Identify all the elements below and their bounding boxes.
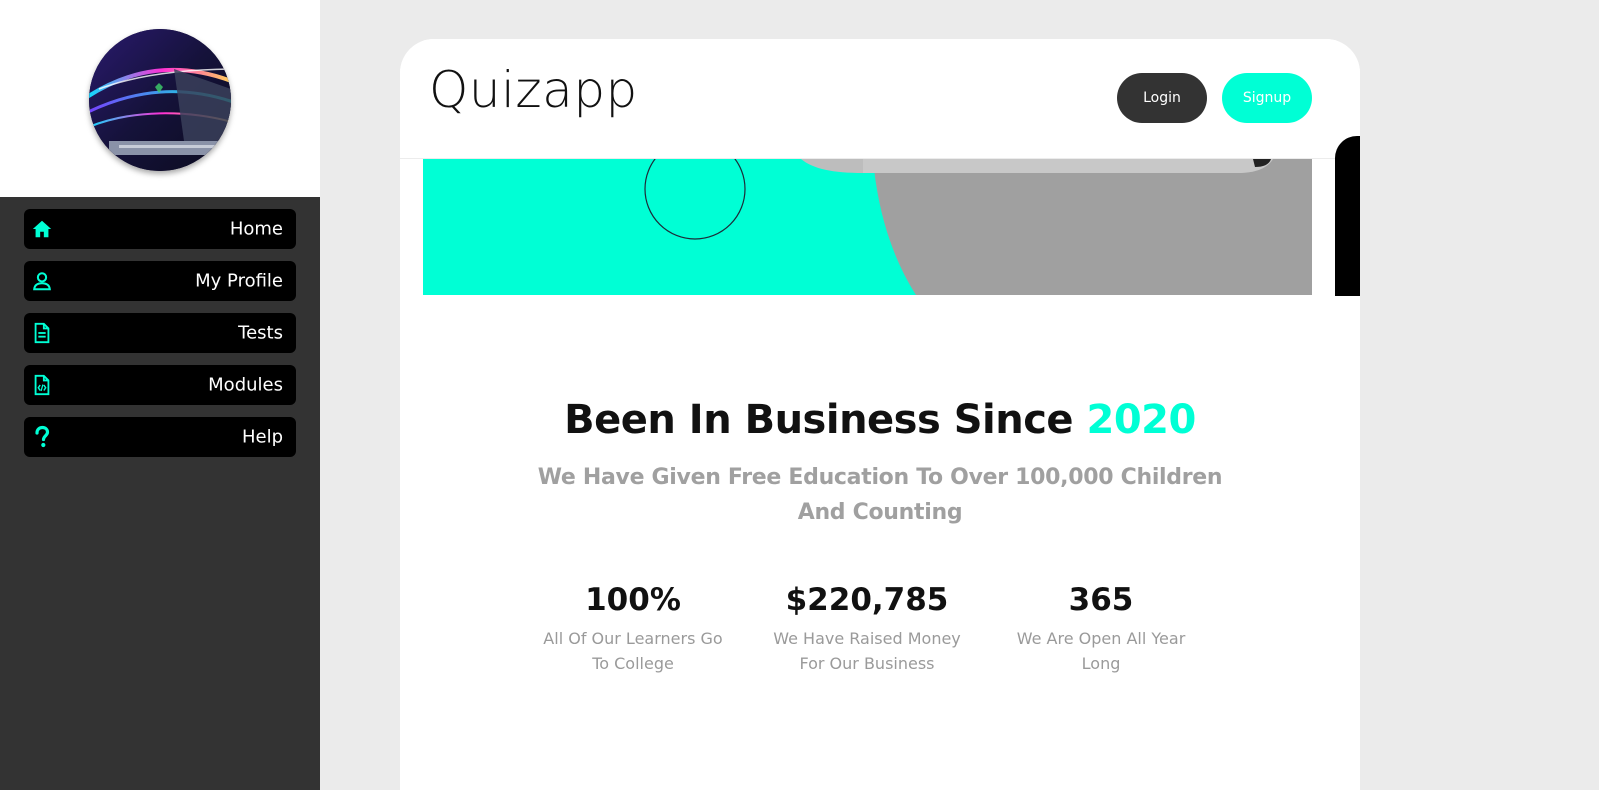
stat-value: 365 [1068,582,1134,618]
stat-label: We Have Raised Money For Our Business [773,629,961,673]
avatar-image [89,29,231,171]
hero-banner [423,159,1312,295]
sidebar: Home My Profile Tests Modules Help [0,0,320,790]
stat-learners: 100% All Of Our Learners Go To College [533,580,733,676]
sidebar-item-label: Modules [208,374,283,396]
document-icon [30,321,54,345]
stat-money: $220,785 We Have Raised Money For Our Bu… [767,580,967,676]
question-icon [30,425,54,449]
home-icon [30,217,54,241]
stat-label: All Of Our Learners Go To College [543,629,723,673]
sidebar-item-label: My Profile [195,270,283,292]
stat-value: $220,785 [785,582,949,618]
sidebar-item-label: Help [241,426,283,448]
sidebar-item-modules[interactable]: Modules [24,365,296,405]
stat-label: We Are Open All Year Long [1016,629,1186,673]
user-icon [30,269,54,293]
sidebar-item-label: Tests [238,322,283,344]
sidebar-nav: Home My Profile Tests Modules Help [24,209,296,469]
stat-value: 100% [585,582,681,618]
main-card: Quizapp Login Signup Been In Business Si… [400,39,1360,790]
brand-title: Quizapp [429,61,638,119]
header: Quizapp Login Signup [400,39,1360,159]
sidebar-item-tests[interactable]: Tests [24,313,296,353]
sidebar-item-help[interactable]: Help [24,417,296,457]
business-headline: Been In Business Since 2020 [400,397,1360,443]
code-file-icon [30,373,54,397]
business-subline: We Have Given Free Education To Over 100… [537,465,1223,525]
sidebar-item-label: Home [229,218,283,240]
headline-text: Been In Business Since [564,397,1074,443]
scroll-tab [1335,136,1360,296]
signup-button[interactable]: Signup [1222,73,1312,123]
sidebar-item-my-profile[interactable]: My Profile [24,261,296,301]
avatar [89,29,231,171]
headline-year: 2020 [1086,397,1197,443]
sidebar-item-home[interactable]: Home [24,209,296,249]
hero-image [423,159,1312,295]
sidebar-header [0,0,320,197]
login-button[interactable]: Login [1117,73,1207,123]
stat-open-days: 365 We Are Open All Year Long [1001,580,1201,676]
